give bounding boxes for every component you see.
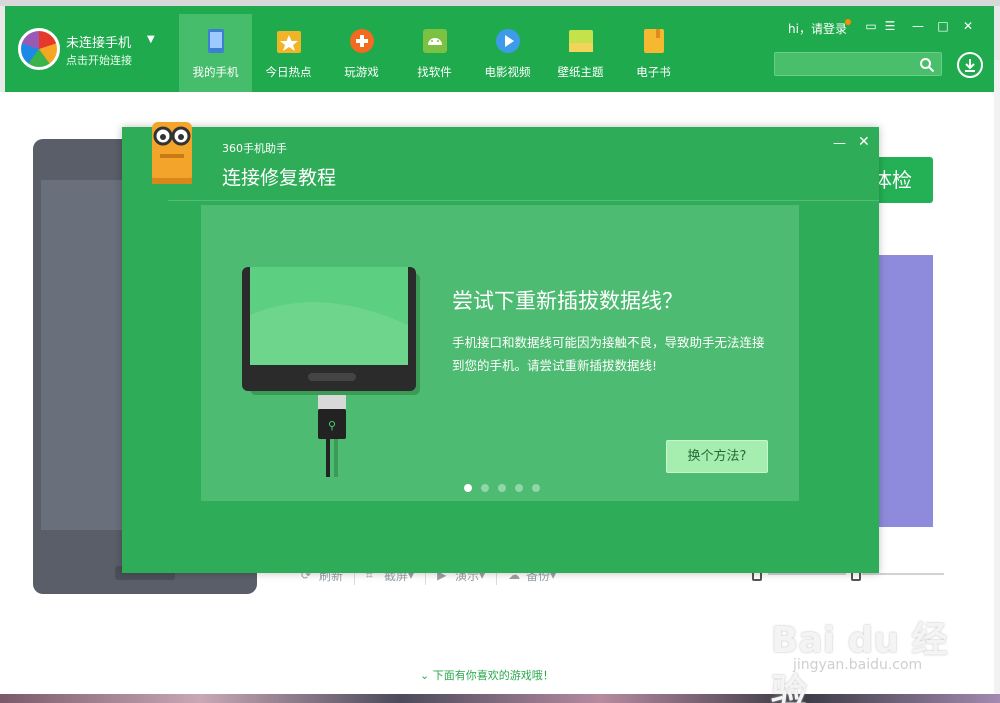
download-icon — [965, 59, 975, 72]
dialog-title: 连接修复教程 — [222, 167, 337, 189]
slide-pagination — [464, 484, 540, 492]
nav-item-wallpaper[interactable]: 壁纸主题 — [544, 14, 617, 92]
app-header: 未连接手机 ▼ 点击开始连接 我的手机 今日热点 玩游戏 找软件 电影视频 壁纸… — [5, 6, 994, 92]
menu-icon[interactable]: ☰ — [882, 18, 898, 34]
slide-dot[interactable] — [515, 484, 523, 492]
nav-label: 找软件 — [417, 65, 452, 79]
wallpaper-icon — [569, 30, 593, 52]
minimize-icon[interactable]: — — [910, 18, 926, 34]
main-nav: 我的手机 今日热点 玩游戏 找软件 电影视频 壁纸主题 电子书 — [179, 14, 690, 92]
mascot-icon — [152, 108, 200, 184]
slide-heading: 尝试下重新插拔数据线？ — [452, 289, 683, 313]
nav-item-my-phone[interactable]: 我的手机 — [179, 14, 252, 92]
maximize-icon[interactable]: □ — [935, 18, 951, 34]
app-logo[interactable] — [18, 28, 60, 70]
android-icon — [423, 29, 447, 53]
slide-dot[interactable] — [481, 484, 489, 492]
close-icon[interactable]: ✕ — [960, 18, 976, 34]
nav-label: 电影视频 — [484, 65, 531, 79]
svg-text:⚲: ⚲ — [328, 419, 336, 432]
nav-item-ebook[interactable]: 电子书 — [617, 14, 690, 92]
download-button[interactable] — [957, 52, 983, 78]
phone-status-title[interactable]: 未连接手机 — [66, 32, 131, 51]
storage-bar-phone — [768, 573, 846, 575]
more-games-link[interactable]: ⌄ 下面有你喜欢的游戏哦！ — [420, 667, 554, 683]
phone-icon — [208, 29, 224, 53]
phone-cable-illustration: ⚲ — [242, 267, 420, 477]
phone-status-sub[interactable]: 点击开始连接 — [66, 52, 132, 68]
book-icon — [644, 29, 664, 53]
nav-label: 我的手机 — [192, 65, 239, 79]
more-games-label: 下面有你喜欢的游戏哦！ — [432, 669, 554, 682]
try-another-method-button[interactable]: 换个方法? — [666, 440, 768, 473]
dialog-close-icon[interactable]: ✕ — [858, 134, 870, 150]
nav-label: 今日热点 — [265, 65, 312, 79]
nav-label: 电子书 — [636, 65, 671, 79]
nav-item-hot[interactable]: 今日热点 — [252, 14, 325, 92]
search-icon[interactable] — [919, 57, 935, 73]
nav-label: 壁纸主题 — [557, 65, 604, 79]
notification-dot — [845, 19, 851, 25]
dialog-app-name: 360手机助手 — [222, 142, 287, 155]
dialog-minimize-icon[interactable]: — — [833, 136, 846, 151]
slide-dot[interactable] — [498, 484, 506, 492]
watermark-sub: jingyan.baidu.com — [793, 657, 923, 673]
feedback-icon[interactable]: ▭ — [863, 18, 879, 34]
play-icon — [496, 29, 520, 53]
search-input[interactable] — [774, 52, 942, 76]
baidu-watermark: Bai du 经验 jingyan.baidu.com — [757, 593, 977, 703]
desktop-strip-right — [994, 60, 1000, 694]
chevron-down-icon[interactable]: ▼ — [147, 34, 155, 45]
slide-dot[interactable] — [532, 484, 540, 492]
slide-description: 手机接口和数据线可能因为接触不良，导致助手无法连接到您的手机。请尝试重新插拔数据… — [452, 335, 765, 373]
gamepad-icon — [350, 29, 374, 53]
info-panel — [875, 255, 933, 527]
star-icon — [277, 31, 301, 53]
nav-label: 玩游戏 — [344, 65, 379, 79]
nav-item-games[interactable]: 玩游戏 — [325, 14, 398, 92]
storage-bar-sdcard — [862, 573, 944, 575]
nav-item-software[interactable]: 找软件 — [398, 14, 471, 92]
dialog-divider — [168, 200, 879, 201]
slide-dot[interactable] — [464, 484, 472, 492]
nav-item-video[interactable]: 电影视频 — [471, 14, 544, 92]
login-link[interactable]: hi，请登录 — [788, 20, 847, 37]
